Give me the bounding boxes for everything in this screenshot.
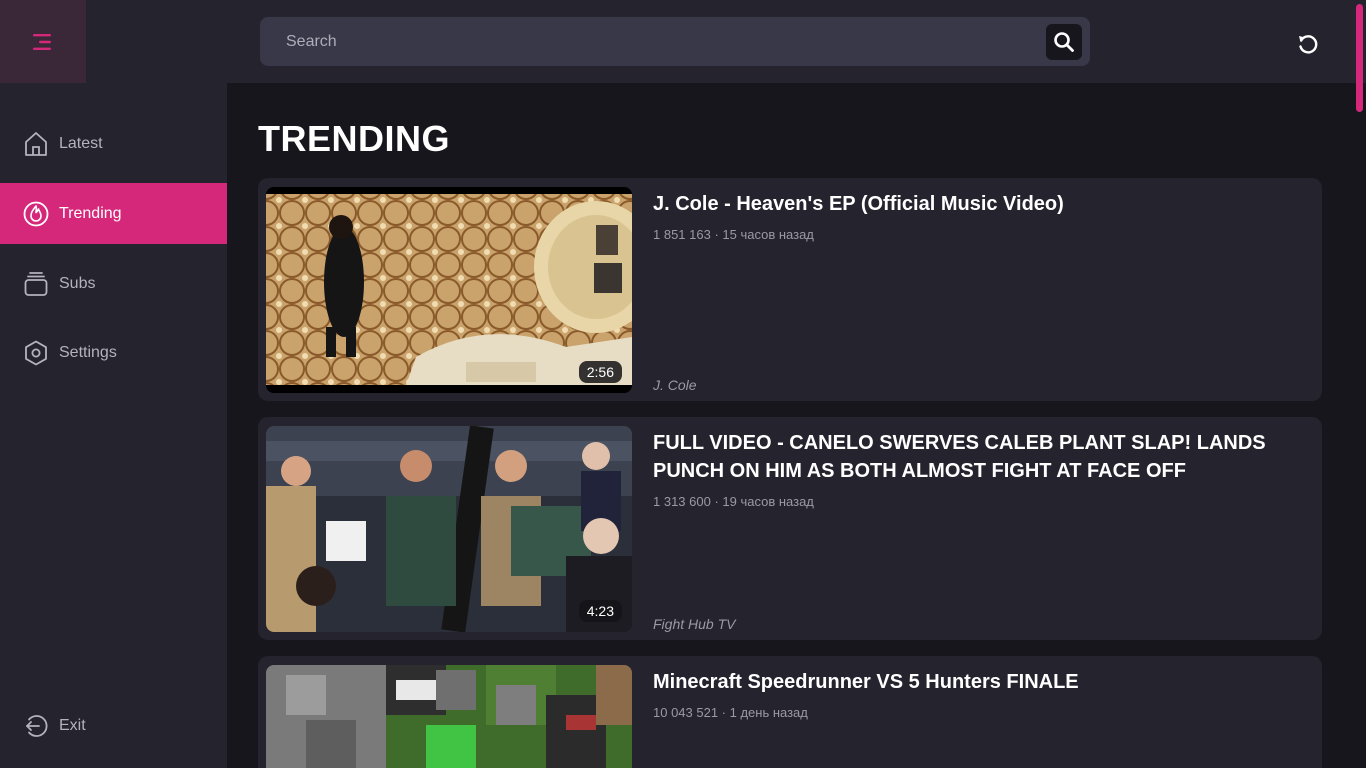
menu-icon (33, 33, 51, 50)
video-thumbnail[interactable] (266, 665, 632, 768)
sidebar-item-subs[interactable]: Subs (0, 253, 227, 314)
sidebar-item-trending[interactable]: Trending (0, 183, 227, 244)
top-bar (0, 0, 1366, 83)
subscriptions-icon (23, 271, 49, 297)
sidebar-item-label: Trending (59, 204, 122, 222)
video-meta: 1 851 163 · 15 часов назад (653, 227, 814, 242)
search-bar (260, 17, 1090, 66)
refresh-button[interactable] (1292, 28, 1324, 60)
video-title[interactable]: Minecraft Speedrunner VS 5 Hunters FINAL… (653, 668, 1293, 696)
flame-icon (23, 201, 49, 227)
video-thumbnail[interactable]: 2:56 (266, 187, 632, 393)
video-title[interactable]: J. Cole - Heaven's EP (Official Music Vi… (653, 190, 1293, 218)
page-scrollbar[interactable] (1356, 4, 1363, 112)
exit-icon (23, 713, 49, 739)
search-input[interactable] (260, 17, 1046, 66)
sidebar-item-latest[interactable]: Latest (0, 113, 227, 174)
search-icon (1054, 31, 1074, 52)
video-thumbnail[interactable]: 4:23 (266, 426, 632, 632)
video-card[interactable]: 2:56 J. Cole - Heaven's EP (Official Mus… (258, 178, 1322, 401)
settings-icon (23, 340, 49, 366)
video-meta: 1 313 600 · 19 часов назад (653, 494, 814, 509)
video-card[interactable]: Minecraft Speedrunner VS 5 Hunters FINAL… (258, 656, 1322, 768)
sidebar: Latest Trending Subs Settings Exit (0, 83, 227, 768)
video-channel[interactable]: Fight Hub TV (653, 616, 735, 632)
exit-button[interactable]: Exit (0, 695, 227, 756)
home-icon (23, 131, 49, 157)
page-title: TRENDING (258, 118, 450, 159)
video-title[interactable]: FULL VIDEO - CANELO SWERVES CALEB PLANT … (653, 429, 1293, 485)
sidebar-item-label: Settings (59, 343, 117, 361)
duration-badge: 4:23 (578, 600, 622, 622)
menu-button[interactable] (0, 0, 86, 83)
duration-badge: 2:56 (578, 361, 622, 383)
sidebar-item-label: Subs (59, 274, 96, 292)
sidebar-item-settings[interactable]: Settings (0, 322, 227, 383)
video-meta: 10 043 521 · 1 день назад (653, 705, 808, 720)
video-card[interactable]: 4:23 FULL VIDEO - CANELO SWERVES CALEB P… (258, 417, 1322, 640)
search-button[interactable] (1046, 23, 1082, 60)
video-channel[interactable]: J. Cole (653, 377, 697, 393)
refresh-icon (1299, 35, 1318, 54)
sidebar-item-label: Latest (59, 134, 103, 152)
exit-label: Exit (59, 716, 86, 734)
